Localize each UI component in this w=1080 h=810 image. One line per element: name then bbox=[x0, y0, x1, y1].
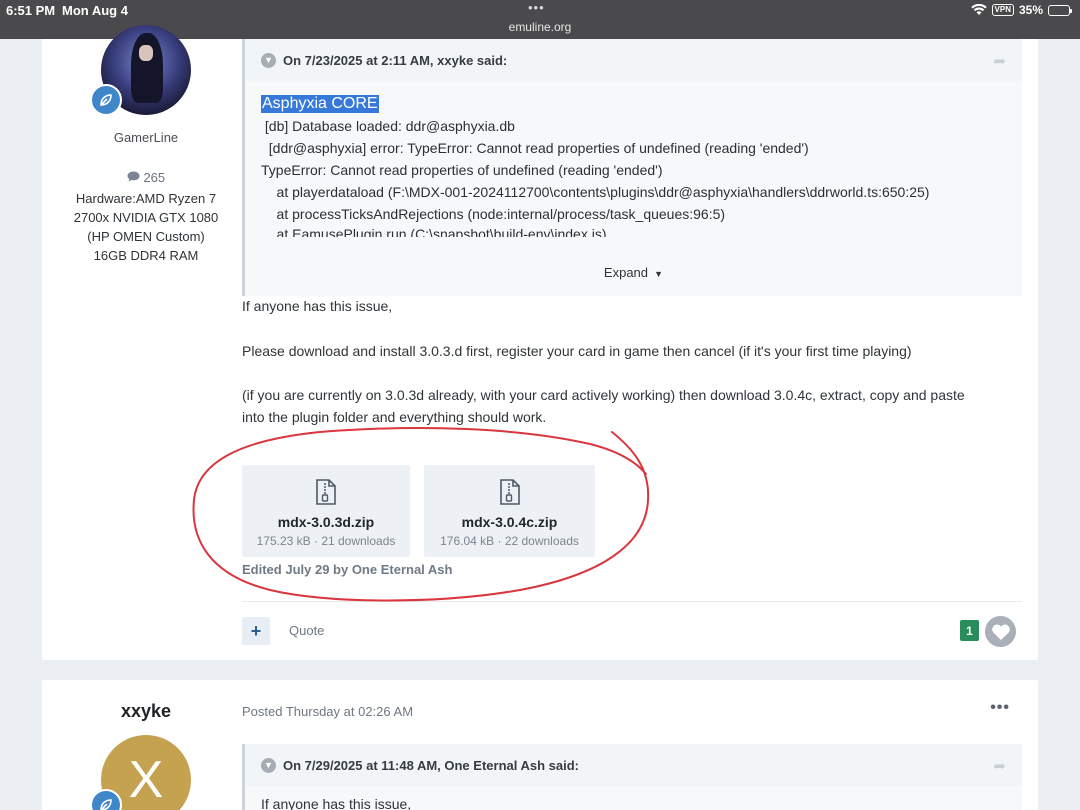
quote-preview: If anyone has this issue, bbox=[261, 796, 412, 810]
log-line: at processTicksAndRejections (node:inter… bbox=[261, 206, 726, 222]
divider bbox=[242, 601, 1022, 602]
quote-attribution: On 7/29/2025 at 11:48 AM, One Eternal As… bbox=[283, 757, 579, 773]
post-count-value: 265 bbox=[143, 170, 166, 185]
edited-note: Edited July 29 by One Eternal Ash bbox=[242, 562, 453, 577]
post-timestamp: Posted Thursday at 02:26 AM bbox=[242, 704, 414, 719]
quote-header[interactable]: ▼ On 7/23/2025 at 2:11 AM, xxyke said: bbox=[245, 39, 1022, 81]
post-body-line: (if you are currently on 3.0.3d already,… bbox=[242, 387, 965, 403]
post-body-line: If anyone has this issue, bbox=[242, 298, 393, 314]
highlighted-text: Asphyxia CORE bbox=[261, 95, 379, 113]
share-icon[interactable]: ➦ bbox=[993, 52, 1006, 70]
quote-header[interactable]: ▼ On 7/29/2025 at 11:48 AM, One Eternal … bbox=[245, 744, 1022, 786]
wifi-icon bbox=[970, 4, 987, 15]
attachment-meta: 176.04 kB · 22 downloads bbox=[440, 534, 579, 548]
chevron-down-icon[interactable]: ▼ bbox=[261, 757, 276, 773]
attachment-name: mdx-3.0.4c.zip bbox=[461, 514, 558, 530]
clock: 6:51 PM bbox=[6, 3, 56, 18]
chat-bubble-icon bbox=[127, 170, 144, 185]
more-options-icon[interactable]: ••• bbox=[990, 699, 1010, 717]
share-icon[interactable]: ➦ bbox=[993, 757, 1006, 775]
log-line: at EamusePlugin.run (C:\snapshot\build-e… bbox=[261, 226, 607, 237]
attachment-meta: 175.23 kB · 21 downloads bbox=[256, 534, 396, 548]
status-icons: VPN 35% bbox=[970, 3, 1072, 17]
signature-line: (HP OMEN Custom) bbox=[87, 229, 205, 244]
author-name[interactable]: GamerLine bbox=[42, 130, 250, 145]
log-line: [db] Database loaded: ddr@asphyxia.db bbox=[261, 118, 515, 134]
reaction-count[interactable]: 1 bbox=[960, 620, 979, 641]
multiquote-button[interactable]: + bbox=[242, 617, 270, 645]
battery-percent: 35% bbox=[1018, 3, 1043, 17]
signature-line: 2700x NVIDIA GTX 1080 bbox=[73, 210, 219, 225]
log-line: TypeError: Cannot read properties of und… bbox=[261, 162, 663, 178]
expand-button[interactable]: Expand ▼ bbox=[245, 265, 1022, 280]
attachment-card[interactable]: mdx-3.0.4c.zip 176.04 kB · 22 downloads bbox=[424, 465, 595, 557]
chevron-down-icon[interactable]: ▼ bbox=[261, 52, 276, 68]
quote-body: If anyone has this issue, bbox=[245, 786, 1022, 810]
expand-label: Expand bbox=[603, 265, 649, 280]
user-signature: Hardware:AMD Ryzen 7 2700x NVIDIA GTX 10… bbox=[42, 189, 250, 265]
post-card: GamerLine 265 Hardware:AMD Ryzen 7 2700x… bbox=[42, 25, 1038, 660]
vpn-badge: VPN bbox=[991, 4, 1014, 16]
quote-block: ▼ On 7/23/2025 at 2:11 AM, xxyke said: ➦… bbox=[242, 39, 1022, 296]
multitask-dots[interactable]: ••• bbox=[528, 0, 545, 15]
attachment-card[interactable]: mdx-3.0.3d.zip 175.23 kB · 21 downloads bbox=[242, 465, 410, 557]
zip-file-icon bbox=[316, 479, 336, 505]
log-line: [ddr@asphyxia] error: TypeError: Cannot … bbox=[261, 140, 809, 156]
leaf-badge-icon bbox=[90, 84, 122, 116]
post-count: 265 bbox=[42, 170, 250, 185]
date: Mon Aug 4 bbox=[62, 3, 128, 18]
caret-down-icon: ▼ bbox=[651, 269, 664, 279]
post-body-line: into the plugin folder and everything sh… bbox=[242, 409, 547, 425]
signature-line: Hardware:AMD Ryzen 7 bbox=[75, 191, 217, 206]
log-line: at playerdataload (F:\MDX-001-2024112700… bbox=[261, 184, 930, 200]
signature-line: 16GB DDR4 RAM bbox=[93, 248, 199, 263]
post-card: xxyke X Posted Thursday at 02:26 AM ••• … bbox=[42, 680, 1038, 810]
quote-body: Asphyxia CORE [db] Database loaded: ddr@… bbox=[245, 81, 1022, 296]
attachment-name: mdx-3.0.3d.zip bbox=[277, 514, 375, 530]
quote-attribution: On 7/23/2025 at 2:11 AM, xxyke said: bbox=[283, 52, 508, 68]
zip-file-icon bbox=[499, 479, 520, 505]
quote-block: ▼ On 7/29/2025 at 11:48 AM, One Eternal … bbox=[242, 744, 1022, 810]
post-body-line: Please download and install 3.0.3.d firs… bbox=[242, 343, 912, 359]
quote-button[interactable]: Quote bbox=[289, 623, 324, 638]
author-name[interactable]: xxyke bbox=[42, 701, 250, 722]
heart-icon[interactable] bbox=[985, 616, 1016, 647]
battery-icon bbox=[1048, 4, 1072, 16]
